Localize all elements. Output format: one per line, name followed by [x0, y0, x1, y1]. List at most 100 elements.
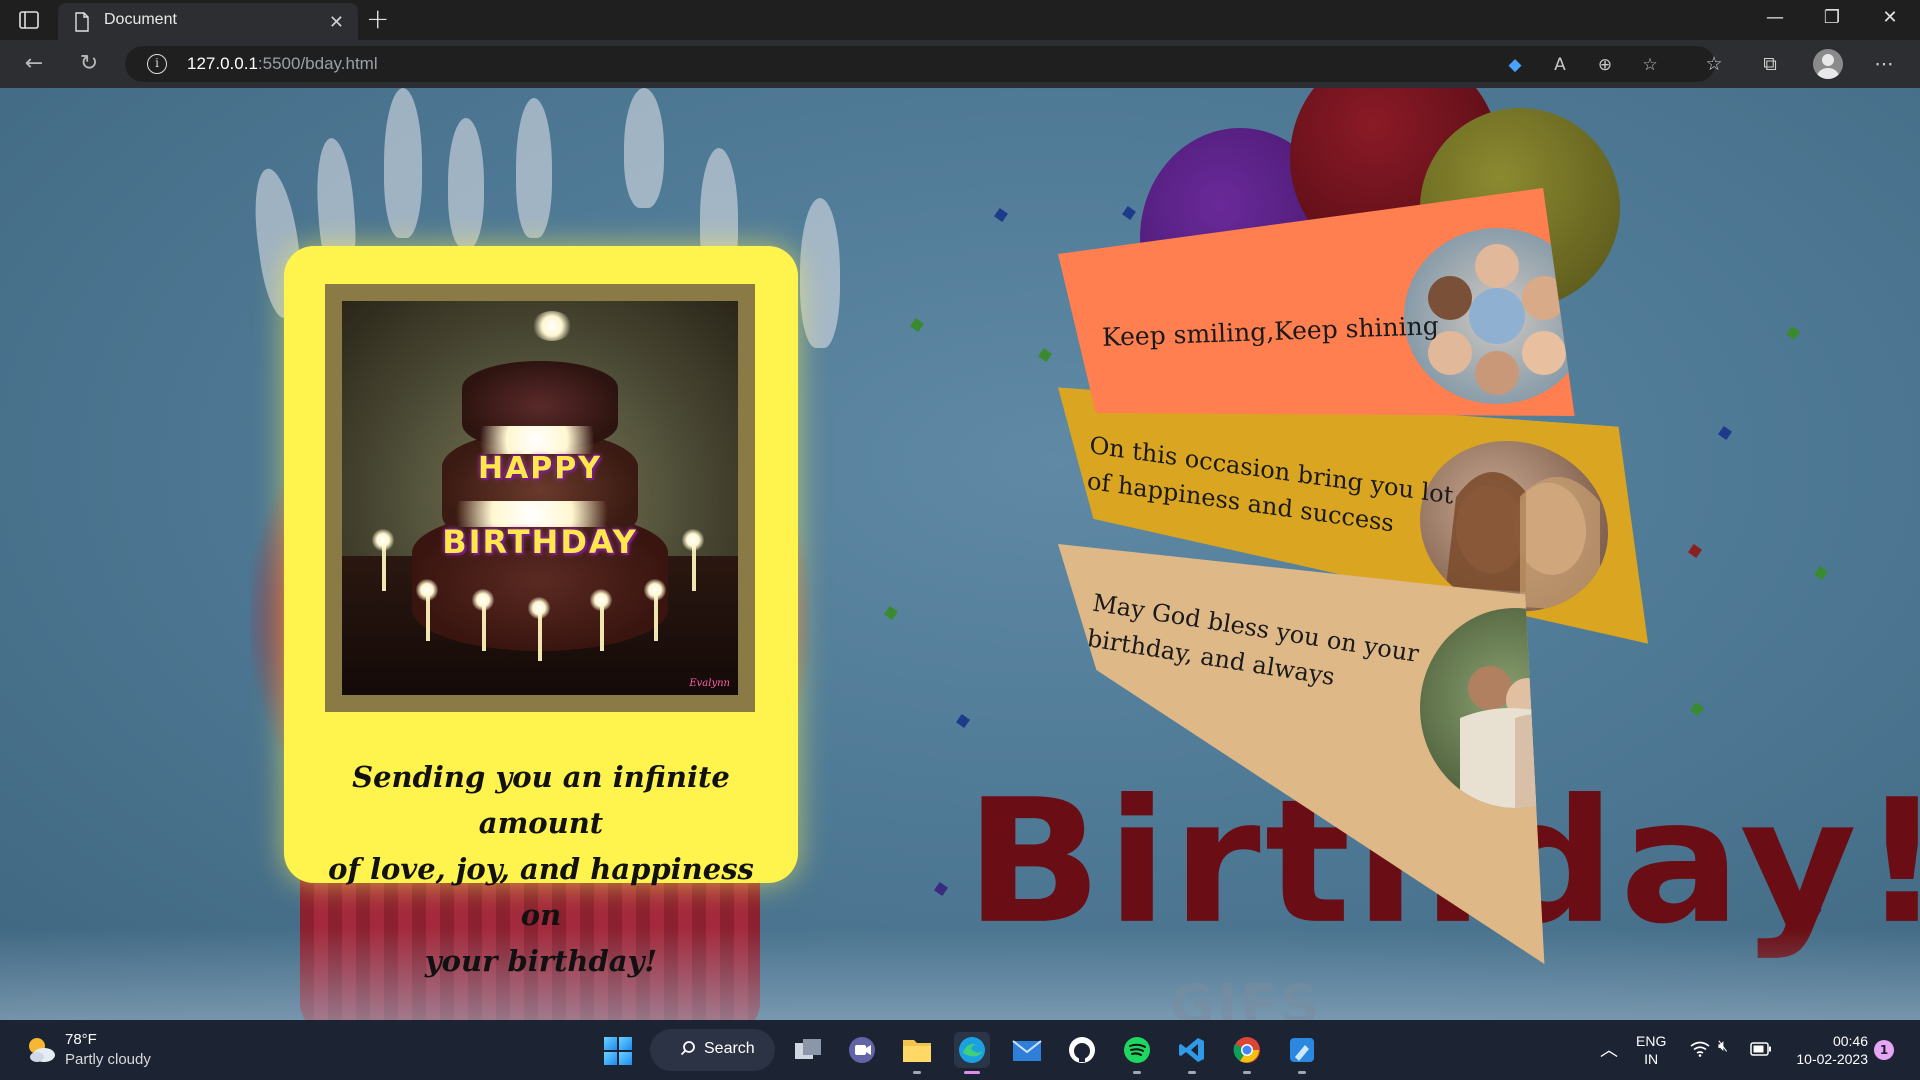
refresh-icon[interactable]: ↻	[75, 50, 103, 78]
running-indicator	[1188, 1071, 1196, 1074]
cake-scene: HAPPY BIRTHDAY Evalynn	[342, 301, 738, 695]
background-candle	[800, 198, 840, 348]
taskbar: 78°F Partly cloudy Search ︿ ENG IN 🔇︎ 00…	[0, 1020, 1920, 1080]
confetti	[884, 606, 898, 620]
site-info-icon[interactable]: i	[147, 54, 167, 74]
zoom-icon[interactable]: ⊕	[1593, 53, 1617, 77]
cake-happy-text: HAPPY	[477, 451, 603, 486]
card-message-line: Sending you an infinite amount	[352, 760, 730, 840]
new-tab-button[interactable]: +	[366, 3, 389, 35]
running-indicator	[1133, 1071, 1141, 1074]
windows-start-icon[interactable]	[604, 1037, 632, 1065]
spotify-icon[interactable]	[1119, 1032, 1155, 1074]
frosting-glow	[462, 426, 612, 454]
paint-app-icon[interactable]	[1284, 1032, 1320, 1074]
restore-button[interactable]: ❐	[1820, 6, 1844, 30]
cake-birthday-text: BIRTHDAY	[442, 523, 638, 561]
watermark-text: GIFS	[1170, 973, 1323, 1020]
github-icon[interactable]	[1064, 1032, 1100, 1068]
weather-description[interactable]: Partly cloudy	[65, 1051, 151, 1068]
lang-line2: IN	[1644, 1051, 1659, 1067]
confetti	[910, 318, 924, 332]
wish-text-2: On this occasion bring you lot of happin…	[1086, 427, 1455, 549]
tag-icon[interactable]: ◆	[1503, 53, 1527, 77]
weather-partly-cloudy-icon[interactable]	[24, 1033, 58, 1067]
battery-icon[interactable]	[1750, 1042, 1772, 1056]
background-floor	[0, 928, 1920, 1020]
running-indicator	[1298, 1071, 1306, 1074]
image-signature: Evalynn	[689, 678, 730, 689]
candle-flame	[532, 311, 572, 341]
input-language-indicator[interactable]: ENG IN	[1636, 1032, 1666, 1068]
confetti	[1038, 348, 1052, 362]
more-options-icon[interactable]: ⋯	[1870, 50, 1898, 78]
browser-tab[interactable]: Document ✕	[58, 3, 358, 40]
mail-icon[interactable]	[1009, 1032, 1045, 1068]
clock-time: 00:46	[1832, 1033, 1868, 1049]
search-icon	[680, 1041, 695, 1056]
chrome-icon[interactable]	[1229, 1032, 1265, 1074]
clock[interactable]: 00:46 10-02-2023	[1786, 1032, 1868, 1068]
minimize-button[interactable]: —	[1763, 6, 1787, 30]
candle-flame	[528, 597, 550, 619]
url-field[interactable]: i 127.0.0.1:5500/bday.html ◆ A ⊕ ☆	[125, 46, 1715, 82]
file-explorer-icon[interactable]	[899, 1032, 935, 1074]
close-tab-icon[interactable]: ✕	[329, 12, 344, 33]
birthday-cake-image: HAPPY BIRTHDAY Evalynn	[325, 284, 755, 712]
wish-text-3: May God bless you on your birthday, and …	[1084, 585, 1421, 708]
page-viewport: Birthday! GIFS	[0, 88, 1920, 1020]
candle-flame	[644, 579, 666, 601]
confetti	[1786, 326, 1800, 340]
weather-temperature[interactable]: 78°F	[65, 1031, 97, 1048]
confetti	[994, 208, 1008, 222]
confetti	[1690, 702, 1704, 716]
wifi-icon[interactable]	[1690, 1041, 1710, 1057]
close-window-button[interactable]: ✕	[1878, 6, 1902, 30]
candle-flame	[416, 579, 438, 601]
running-indicator	[1243, 1071, 1251, 1074]
confetti	[956, 714, 970, 728]
vscode-icon[interactable]	[1174, 1032, 1210, 1074]
favorites-icon[interactable]: ☆	[1700, 50, 1728, 78]
document-icon	[75, 12, 89, 32]
task-view-icon[interactable]	[790, 1032, 826, 1068]
tab-title: Document	[104, 11, 177, 28]
birthday-card: HAPPY BIRTHDAY Evalynn Sending you an in…	[284, 246, 798, 978]
browser-tab-bar: Document ✕ + — ❐ ✕	[0, 0, 1920, 40]
active-indicator	[964, 1071, 980, 1074]
clock-date: 10-02-2023	[1796, 1051, 1868, 1067]
show-hidden-icons-chevron-icon[interactable]: ︿	[1600, 1036, 1618, 1062]
profile-avatar[interactable]	[1813, 49, 1843, 79]
background-candle	[384, 88, 422, 238]
taskbar-search-button[interactable]: Search	[650, 1029, 775, 1071]
speaker-muted-icon[interactable]: 🔇︎	[1718, 1038, 1728, 1056]
card-message-line: your birthday!	[424, 944, 658, 978]
wish-text-1: Keep smiling,Keep shining	[1101, 311, 1440, 352]
url-text[interactable]: 127.0.0.1:5500/bday.html	[187, 54, 378, 74]
running-indicator	[913, 1071, 921, 1074]
edge-browser-icon[interactable]	[954, 1032, 990, 1074]
address-bar-row: ← ↻ i 127.0.0.1:5500/bday.html ◆ A ⊕ ☆ ☆…	[0, 40, 1920, 88]
card-message: Sending you an infinite amount of love, …	[314, 754, 768, 984]
collections-icon[interactable]: ⧉	[1756, 50, 1784, 78]
back-arrow-icon[interactable]: ←	[20, 50, 48, 78]
read-aloud-icon[interactable]: A	[1548, 53, 1572, 77]
confetti	[934, 882, 948, 896]
confetti	[1814, 566, 1828, 580]
background-candle	[448, 118, 484, 248]
lang-line1: ENG	[1636, 1033, 1667, 1049]
card-message-line: of love, joy, and happiness on	[328, 852, 754, 932]
background-candle	[624, 88, 664, 208]
add-favorite-icon[interactable]: ☆	[1638, 53, 1662, 77]
search-label: Search	[704, 1040, 755, 1057]
candle-flame	[590, 589, 612, 611]
confetti	[1688, 544, 1702, 558]
candle-flame	[472, 589, 494, 611]
notification-badge[interactable]: 1	[1874, 1040, 1894, 1060]
url-host: 127.0.0.1	[187, 54, 258, 73]
confetti	[1718, 426, 1732, 440]
url-path: :5500/bday.html	[257, 54, 378, 73]
teams-chat-icon[interactable]	[844, 1032, 880, 1068]
tab-actions-icon[interactable]	[18, 9, 40, 31]
confetti	[1122, 206, 1136, 220]
